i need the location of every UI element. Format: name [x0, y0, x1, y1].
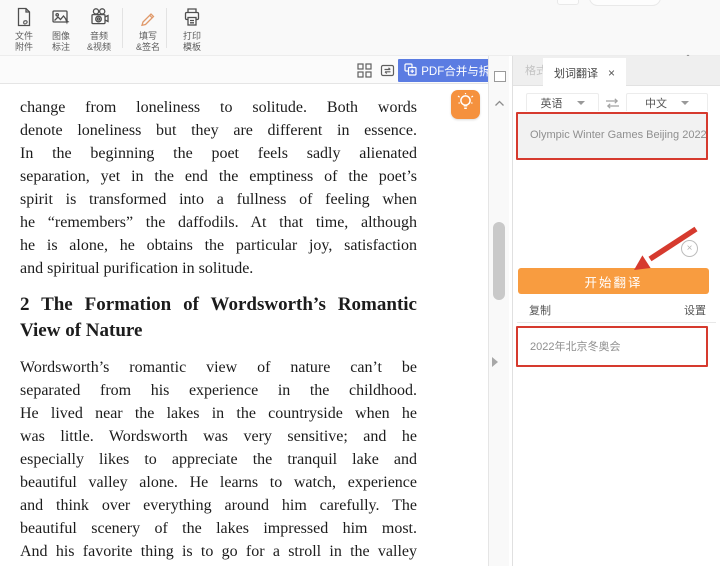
image-annotation-icon	[50, 6, 72, 28]
toolbar-item-audio-video[interactable]: 音频 &视频	[77, 6, 121, 53]
result-text: 2022年北京冬奥会	[530, 338, 620, 354]
document-paragraph-1: change from loneliness to solitude. Both…	[20, 96, 488, 257]
fill-sign-icon	[137, 6, 159, 28]
copy-button[interactable]: 复制	[529, 302, 551, 318]
scrollbar-thumb[interactable]	[493, 222, 505, 300]
document-text-line: he “remembers” the daffodils. At that ti…	[20, 211, 417, 234]
scroll-up-icon[interactable]	[494, 94, 505, 112]
result-annotation-red-box: 2022年北京冬奥会	[516, 326, 708, 367]
toolbar-label: &视频	[87, 42, 111, 52]
document-scrollbar	[488, 56, 509, 566]
panel-tab-bar: 格式 划词翻译 ×	[513, 56, 720, 86]
document-text-line: especially likes to appreciate the tranq…	[20, 448, 417, 471]
tab-close-icon[interactable]: ×	[608, 67, 615, 79]
tab-translate[interactable]: 划词翻译 ×	[543, 58, 626, 87]
grid-view-icon[interactable]	[357, 63, 372, 78]
document-text-line: spirit is transformed into a fullness of…	[20, 188, 417, 211]
source-annotation-red-box: Olympic Winter Games Beijing 2022	[516, 112, 708, 160]
toolbar-item-fill-sign[interactable]: 填写 &签名	[126, 6, 170, 53]
document-page: change from loneliness to solitude. Both…	[0, 84, 488, 566]
merge-split-icon	[404, 63, 417, 79]
page-indicator-icon[interactable]	[494, 71, 506, 82]
translate-panel: 格式 划词翻译 × 英语 中文 Olympic Winter Games Bei…	[512, 56, 720, 566]
cropped-search-field	[589, 0, 661, 6]
source-text: Olympic Winter Games Beijing 2022	[530, 129, 707, 141]
toolbar-label: 标注	[52, 42, 70, 52]
document-heading: 2 The Formation of Wordsworth’s Romantic…	[20, 292, 488, 343]
target-language-value: 中文	[645, 95, 667, 111]
document-paragraph-2: Wordsworth’s romantic view of nature can…	[20, 356, 488, 563]
document-text-line: And his favorite thing is to go for a st…	[20, 540, 417, 563]
document-text-line: beautiful scenery of the lakes impressed…	[20, 517, 417, 540]
document-text-line: beautiful valley alone. He learns to wat…	[20, 471, 417, 494]
chevron-down-icon	[577, 101, 585, 105]
lightbulb-translate-button[interactable]	[451, 90, 480, 119]
tab-translate-label: 划词翻译	[554, 65, 598, 81]
toolbar-label: &签名	[136, 42, 160, 52]
toolbar-item-print-template[interactable]: 打印 模板	[170, 6, 214, 53]
document-text-line: separation, yet in the end the emptiness…	[20, 165, 417, 188]
clear-source-icon[interactable]: ×	[681, 240, 698, 257]
panel-collapse-arrow-icon[interactable]	[492, 357, 498, 367]
document-text-line: change from loneliness to solitude. Both…	[20, 96, 417, 119]
source-language-select[interactable]: 英语	[526, 93, 599, 113]
document-text-line: In the beginning the poet feels sadly al…	[20, 142, 417, 165]
toolbar-label: 打印	[183, 31, 201, 41]
start-translate-button[interactable]: 开始翻译	[518, 268, 709, 294]
document-text-line: Wordsworth’s romantic view of nature can…	[20, 356, 417, 379]
source-language-value: 英语	[541, 95, 563, 111]
toolbar-label: 图像	[52, 31, 70, 41]
app-toolbar: 文件 附件 图像 标注 音频 &视频	[0, 0, 720, 56]
chevron-down-icon	[681, 101, 689, 105]
heading-line: 2 The Formation of Wordsworth’s Romantic	[20, 292, 417, 318]
toolbar-separator	[166, 8, 167, 48]
toolbar-label: 填写	[139, 31, 157, 41]
toolbar-label: 音频	[90, 31, 108, 41]
document-text-line: denote loneliness but they are different…	[20, 119, 417, 142]
audio-video-icon	[88, 6, 110, 28]
lightbulb-icon	[454, 91, 477, 119]
toolbar-label: 模板	[183, 42, 201, 52]
print-template-icon	[181, 6, 203, 28]
page-swap-icon[interactable]	[380, 63, 395, 78]
toolbar-separator	[122, 8, 123, 48]
target-language-select[interactable]: 中文	[626, 93, 708, 113]
toolbar-label: 文件	[15, 31, 33, 41]
settings-button[interactable]: 设置	[684, 302, 706, 318]
file-attachment-icon	[13, 6, 35, 28]
document-text-line: and think over everything around him car…	[20, 494, 417, 517]
document-text-line: and spiritual purification in solitude.	[20, 257, 417, 280]
document-text-line: He lived near the lakes in the countrysi…	[20, 402, 417, 425]
panel-divider	[517, 322, 716, 323]
cropped-toolbar-widget	[557, 0, 579, 5]
secondary-toolbar: PDF合并与拆分	[0, 56, 488, 84]
document-text-line: was little. Wordsworth was very sensitiv…	[20, 425, 417, 448]
document-text-line: he is alone, he obtains the particular j…	[20, 234, 417, 257]
document-text-line: separated from his experience in the chi…	[20, 379, 417, 402]
toolbar-label: 附件	[15, 42, 33, 52]
heading-line: View of Nature	[20, 318, 417, 344]
